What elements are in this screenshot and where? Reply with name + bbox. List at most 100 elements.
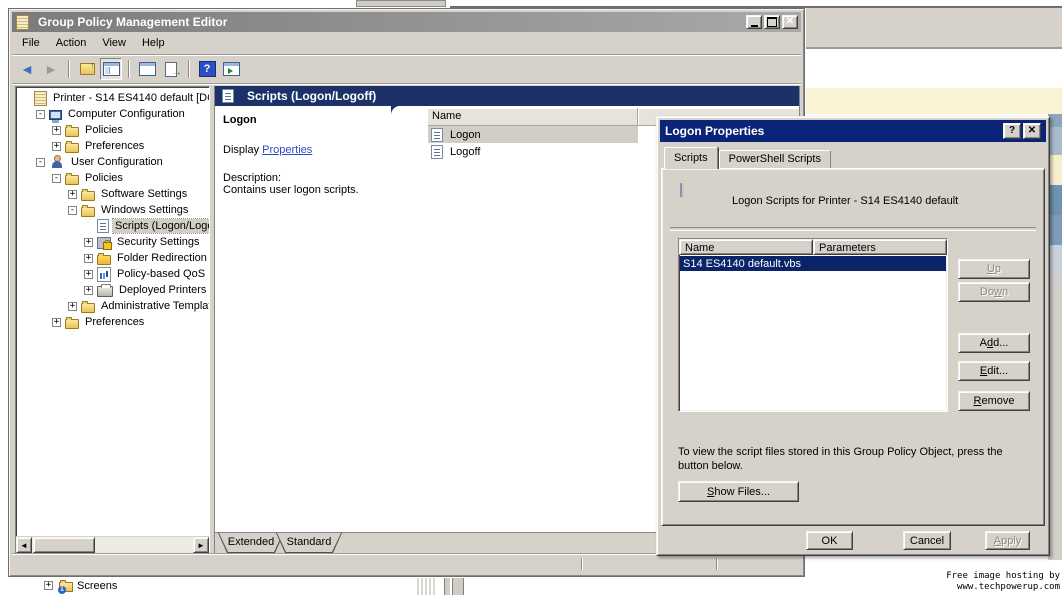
window-title: Group Policy Management Editor [38, 15, 227, 29]
maximize-button[interactable] [764, 15, 780, 29]
tree-item-preferences[interactable]: + Preferences [16, 138, 209, 154]
tree-toggle[interactable]: + [84, 286, 93, 295]
close-button[interactable]: ✕ [782, 15, 798, 29]
remove-button[interactable]: Remove [958, 391, 1030, 411]
scrollbar-thumb[interactable] [33, 537, 95, 553]
tree-item-windows-settings[interactable]: - Windows Settings [16, 202, 209, 218]
tree-toggle[interactable]: - [68, 206, 77, 215]
minimize-button[interactable] [746, 15, 762, 29]
screens-label[interactable]: Screens [77, 580, 117, 592]
tree-item-folder-redirection[interactable]: + Folder Redirection [16, 250, 209, 266]
tree-item-label[interactable]: User Configuration [69, 155, 165, 169]
background-band [1048, 114, 1062, 127]
script-list-row[interactable]: S14 ES4140 default.vbs [680, 256, 946, 271]
scroll-right-arrow[interactable]: ► [193, 537, 209, 553]
tree-item-label[interactable]: Software Settings [99, 187, 189, 201]
menu-file[interactable]: File [14, 34, 48, 52]
display-label: Display [223, 144, 259, 156]
menu-help[interactable]: Help [134, 34, 173, 52]
tree-toggle[interactable]: + [84, 254, 93, 263]
tree-toggle[interactable]: - [52, 174, 61, 183]
tree-item-deployed-printers[interactable]: + Deployed Printers [16, 282, 209, 298]
tree-item-label[interactable]: Folder Redirection [115, 251, 209, 265]
tree-toggle[interactable]: + [84, 270, 93, 279]
name-column-header[interactable]: Name [679, 239, 813, 255]
cancel-button[interactable]: Cancel [903, 531, 951, 550]
tree-item-label[interactable]: Policy-based QoS [115, 267, 207, 281]
scrollbar-track[interactable] [95, 537, 193, 553]
properties-link[interactable]: Properties [262, 144, 312, 156]
tree-toggle[interactable]: - [36, 158, 45, 167]
edit-button[interactable]: Edit... [958, 361, 1030, 381]
script-list-header: Name Parameters [679, 239, 947, 255]
tree-item-label[interactable]: Printer - S14 ES4140 default [DC2. [51, 91, 209, 105]
menu-action[interactable]: Action [48, 34, 95, 52]
name-column-header[interactable]: Name [428, 108, 638, 125]
help-icon[interactable]: ? [196, 58, 218, 80]
tree-item-label[interactable]: Security Settings [115, 235, 202, 249]
up-one-level-icon[interactable] [76, 58, 98, 80]
properties-window-icon[interactable] [136, 58, 158, 80]
add-button[interactable]: Add... [958, 333, 1030, 353]
folder-icon [65, 319, 79, 329]
scroll-left-arrow[interactable]: ◄ [16, 537, 32, 553]
show-files-button[interactable]: Show Files... [678, 481, 799, 502]
tree-toggle[interactable]: + [52, 318, 61, 327]
dialog-close-button[interactable]: ✕ [1023, 123, 1041, 139]
tab-extended[interactable]: Extended [218, 533, 284, 553]
script-list[interactable]: Name Parameters S14 ES4140 default.vbs [678, 238, 948, 412]
tree-toggle[interactable]: + [44, 581, 53, 590]
down-button[interactable]: Down [958, 282, 1030, 302]
tree-item-software-settings[interactable]: + Software Settings [16, 186, 209, 202]
tab-extended-label[interactable]: Extended [218, 533, 284, 553]
tree-item-user-policies[interactable]: - Policies [16, 170, 209, 186]
list-item-label[interactable]: Logoff [447, 146, 483, 158]
dialog-titlebar[interactable]: Logon Properties ? ✕ [660, 120, 1046, 142]
new-window-icon[interactable] [220, 58, 242, 80]
up-button[interactable]: Up [958, 259, 1030, 279]
parameters-column-header[interactable]: Parameters [813, 239, 947, 255]
tree-item-policy-based-qos[interactable]: + Policy-based QoS [16, 266, 209, 282]
tree-item-label[interactable]: Windows Settings [99, 203, 190, 217]
tree-item-label[interactable]: Scripts (Logon/Logo [113, 219, 209, 233]
tree-item-label[interactable]: Computer Configuration [66, 107, 187, 121]
list-item-label[interactable]: Logon [447, 129, 484, 141]
tree-item-gpo-root[interactable]: Printer - S14 ES4140 default [DC2. [16, 90, 209, 106]
export-list-icon[interactable] [160, 58, 182, 80]
back-icon[interactable]: ◄ [16, 58, 38, 80]
tab-powershell-scripts[interactable]: PowerShell Scripts [719, 150, 831, 168]
tree-item-user-configuration[interactable]: - User Configuration [16, 154, 209, 170]
script-name-cell[interactable]: S14 ES4140 default.vbs [683, 258, 801, 270]
tree-item-computer-configuration[interactable]: - Computer Configuration [16, 106, 209, 122]
tree-item-user-preferences[interactable]: + Preferences [16, 314, 209, 330]
menu-view[interactable]: View [94, 34, 134, 52]
tree-toggle[interactable]: + [52, 126, 61, 135]
show-console-tree-icon[interactable] [100, 58, 122, 80]
list-item-logon[interactable]: Logon [428, 126, 638, 143]
tree-item-label[interactable]: Deployed Printers [117, 283, 208, 297]
tree-toggle[interactable]: - [36, 110, 45, 119]
apply-button[interactable]: Apply [985, 531, 1030, 550]
tree-item-administrative-templates[interactable]: + Administrative Templat [16, 298, 209, 314]
tree-item-security-settings[interactable]: + Security Settings [16, 234, 209, 250]
tab-scripts[interactable]: Scripts [664, 147, 718, 169]
ok-button[interactable]: OK [806, 531, 853, 550]
tree-item-scripts-logon-logoff[interactable]: Scripts (Logon/Logo [16, 218, 209, 234]
forward-icon[interactable]: ► [40, 58, 62, 80]
tab-standard[interactable]: Standard [276, 533, 342, 553]
tree-item-label[interactable]: Administrative Templat [99, 299, 209, 313]
tree-toggle[interactable]: + [68, 190, 77, 199]
tree-item-policies[interactable]: + Policies [16, 122, 209, 138]
tree-item-label[interactable]: Preferences [83, 139, 146, 153]
tree-toggle[interactable]: + [84, 238, 93, 247]
dialog-help-button[interactable]: ? [1003, 123, 1021, 139]
tree-item-label[interactable]: Policies [83, 171, 125, 185]
tree-item-label[interactable]: Policies [83, 123, 125, 137]
tree-toggle[interactable]: + [68, 302, 77, 311]
window-titlebar[interactable]: Group Policy Management Editor ✕ [12, 12, 801, 32]
tree-horizontal-scrollbar[interactable]: ◄ ► [16, 536, 209, 553]
tree-toggle[interactable]: + [52, 142, 61, 151]
tree-item-label[interactable]: Preferences [83, 315, 146, 329]
tab-standard-label[interactable]: Standard [276, 533, 342, 553]
screens-tree-item[interactable]: + Screens [44, 579, 117, 592]
